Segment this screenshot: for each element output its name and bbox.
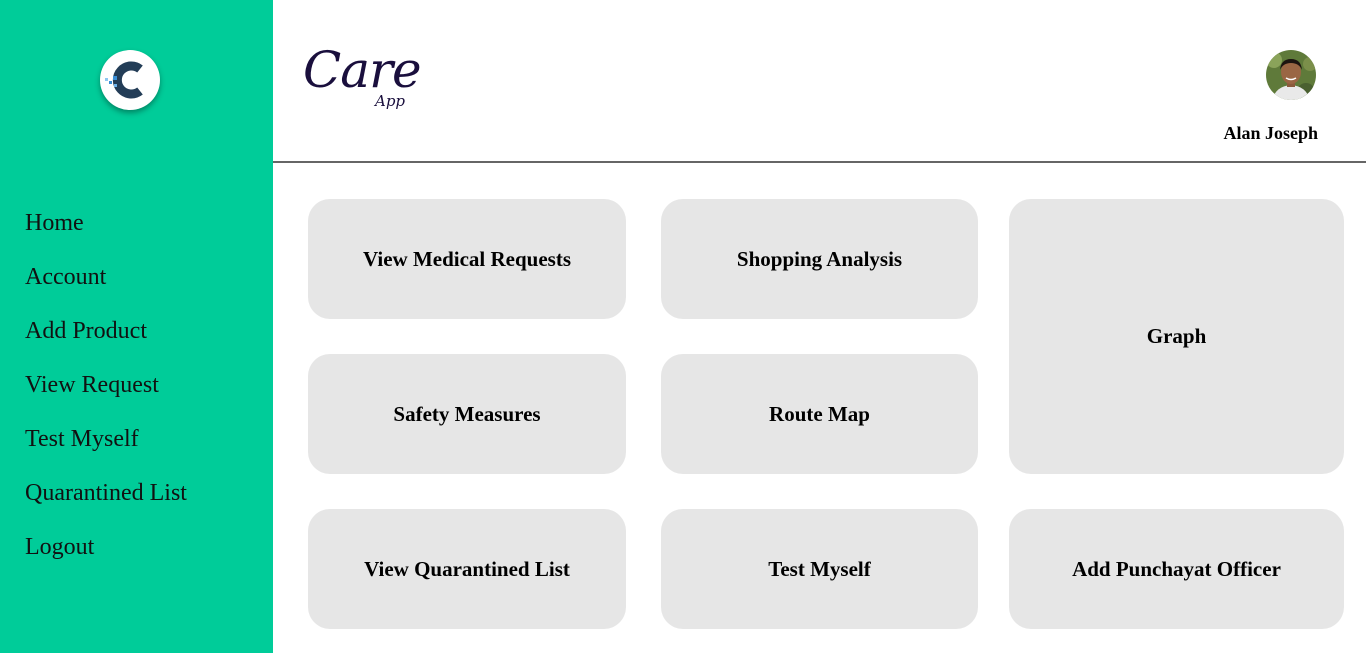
sidebar-item-view-request[interactable]: View Request [25,366,187,420]
tile-route-map[interactable]: Route Map [661,354,978,474]
sidebar-item-add-product[interactable]: Add Product [25,312,187,366]
tile-safety-measures[interactable]: Safety Measures [308,354,626,474]
tile-add-punchayat-officer[interactable]: Add Punchayat Officer [1009,509,1344,629]
app-logo-icon[interactable] [100,50,160,110]
tile-view-quarantined-list[interactable]: View Quarantined List [308,509,626,629]
sidebar: Home Account Add Product View Request Te… [0,0,273,653]
sidebar-item-home[interactable]: Home [25,204,187,258]
tile-test-myself[interactable]: Test Myself [661,509,978,629]
sidebar-item-logout[interactable]: Logout [25,528,187,582]
tile-graph[interactable]: Graph [1009,199,1344,474]
header: Care App Alan Joseph [273,0,1366,163]
sidebar-item-quarantined-list[interactable]: Quarantined List [25,474,187,528]
user-name: Alan Joseph [1223,123,1318,143]
sidebar-nav: Home Account Add Product View Request Te… [25,204,187,582]
tile-view-medical-requests[interactable]: View Medical Requests [308,199,626,319]
user-avatar[interactable] [1266,50,1316,100]
tile-shopping-analysis[interactable]: Shopping Analysis [661,199,978,319]
brand-logo: Care App [303,40,433,120]
brand-title: Care [303,41,422,99]
sidebar-item-test-myself[interactable]: Test Myself [25,420,187,474]
brand-subtitle: App [375,92,406,110]
sidebar-item-account[interactable]: Account [25,258,187,312]
